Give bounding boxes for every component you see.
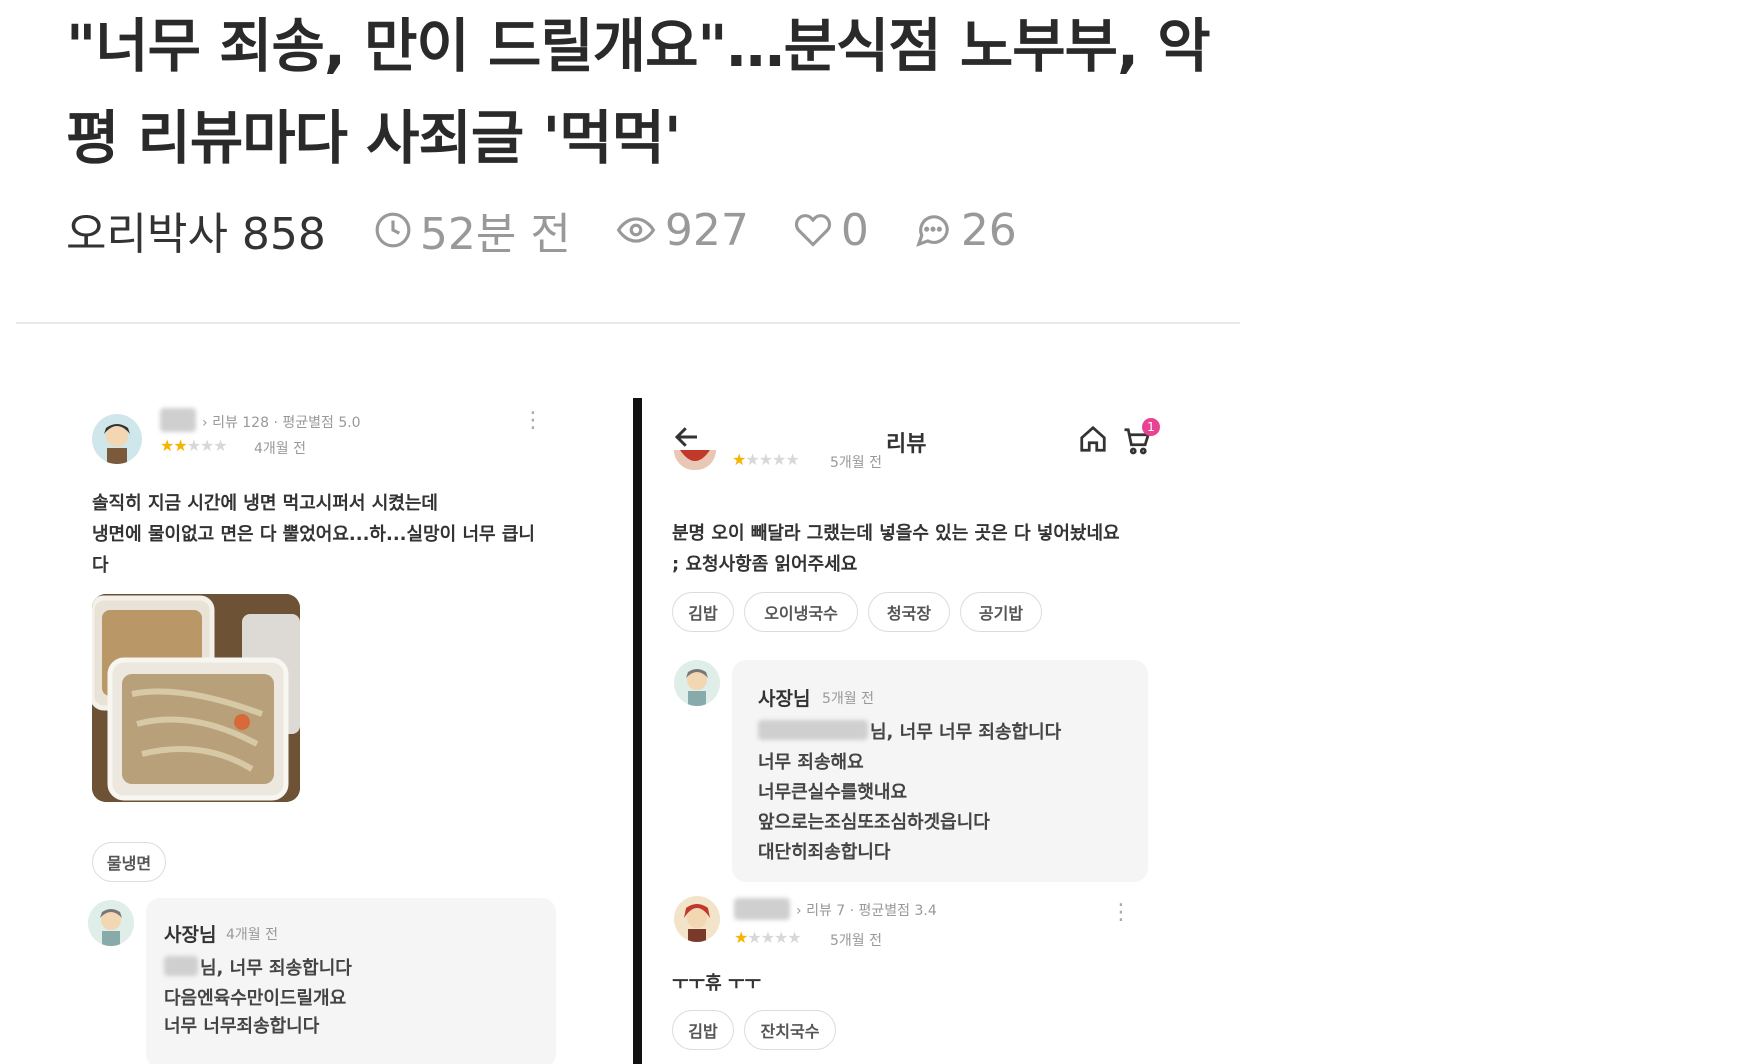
star-empty-icon: ★★★★ xyxy=(747,928,801,947)
back-arrow-icon[interactable] xyxy=(672,422,702,452)
comments-info[interactable]: 26 xyxy=(913,205,1017,256)
reviewer-avatar xyxy=(92,414,142,464)
rating-stars: ★★★★★ xyxy=(734,928,802,947)
header-divider xyxy=(16,322,1240,324)
owner-reply: 사장님 4개월 전 님, 너무 죄송합니다 다음엔육수만이드릴개요 너무 너무죄… xyxy=(146,898,556,1064)
reply-line: 너무큰실수를햇내요 xyxy=(758,782,908,803)
reply-line: 다음엔육수만이드릴개요 xyxy=(164,988,347,1009)
review-date: 4개월 전 xyxy=(254,441,306,457)
star-icon: ★ xyxy=(732,450,746,469)
author-name[interactable]: 오리박사 858 xyxy=(66,198,326,262)
owner-reply: 사장님 5개월 전 님, 너무 너무 죄송합니다 너무 죄송해요 너무큰실수를햇… xyxy=(732,660,1148,882)
menu-chip[interactable]: 김밥 xyxy=(672,592,734,632)
star-icon: ★ xyxy=(734,928,748,947)
views-info: 927 xyxy=(615,205,749,256)
post-time: 52분 전 xyxy=(419,209,571,260)
panel-separator xyxy=(633,398,642,1064)
more-options-icon[interactable]: ⋮ xyxy=(1110,900,1132,925)
reply-line: 님, 너무 죄송합니다 xyxy=(200,958,352,979)
menu-chip[interactable]: 오이냉국수 xyxy=(744,592,858,632)
chevron-right-icon: › xyxy=(796,903,802,919)
reply-date: 5개월 전 xyxy=(822,691,874,707)
rating-stars: ★★★★★ xyxy=(160,436,228,455)
reply-line: 대단히죄송합니다 xyxy=(758,842,891,863)
screen-title: 리뷰 xyxy=(886,432,927,457)
chevron-right-icon: › xyxy=(202,415,208,431)
customer-name-blurred xyxy=(758,720,868,740)
reply-line: 님, 너무 너무 죄송합니다 xyxy=(870,722,1062,743)
customer-name-blurred xyxy=(164,956,198,976)
reviewer-name-blurred xyxy=(160,408,196,432)
clock-icon xyxy=(375,212,411,248)
like-count: 0 xyxy=(840,204,869,256)
more-options-icon[interactable]: ⋮ xyxy=(522,408,544,433)
menu-chip[interactable]: 공기밥 xyxy=(960,592,1042,632)
view-count: 927 xyxy=(664,204,749,256)
cart-badge: 1 xyxy=(1142,418,1160,436)
review-text: 솔직히 지금 시간에 냉면 먹고시퍼서 시켰는데 냉면에 물이없고 면은 다 뿔… xyxy=(92,493,535,576)
reviewer-name-blurred xyxy=(734,898,790,920)
home-icon[interactable] xyxy=(1078,424,1108,454)
star-empty-icon: ★★★★ xyxy=(745,450,799,469)
review-date: 5개월 전 xyxy=(830,455,882,471)
reviewer-stats: 리뷰 7 · 평균별점 3.4 xyxy=(806,903,937,919)
owner-avatar xyxy=(674,660,720,706)
review-photo[interactable] xyxy=(92,594,300,802)
reply-line: 너무 죄송해요 xyxy=(758,752,864,773)
comment-icon[interactable] xyxy=(913,211,953,249)
reply-line: 너무 너무죄송합니다 xyxy=(164,1016,320,1037)
heart-icon[interactable] xyxy=(793,211,833,249)
reviewer-avatar xyxy=(674,896,720,942)
review-text: ㅜㅜ휴 ㅜㅜ xyxy=(672,973,762,994)
star-empty-icon: ★★★ xyxy=(186,436,228,455)
article-meta: 오리박사 858 52분 전 927 0 26 xyxy=(66,198,1061,262)
reply-date: 4개월 전 xyxy=(226,927,278,943)
eye-icon xyxy=(616,217,656,243)
reply-author: 사장님 xyxy=(758,688,811,710)
menu-chip[interactable]: 잔치국수 xyxy=(744,1010,836,1050)
reply-line: 앞으로는조심또조심하겟읍니다 xyxy=(758,812,990,833)
reviewer-meta: › 리뷰 128 · 평균별점 5.0 xyxy=(202,412,361,432)
reviewer-stats: 리뷰 128 · 평균별점 5.0 xyxy=(212,415,361,431)
reviewer-meta: › 리뷰 7 · 평균별점 3.4 xyxy=(796,900,937,920)
menu-chip[interactable]: 물냉면 xyxy=(92,842,166,882)
review-date: 5개월 전 xyxy=(830,933,882,949)
comment-count: 26 xyxy=(960,204,1017,256)
review-text: 분명 오이 빼달라 그랬는데 넣을수 있는 곳은 다 넣어놨네요 ; 요청사항좀… xyxy=(672,523,1120,575)
menu-chip[interactable]: 청국장 xyxy=(868,592,950,632)
article-title: "너무 죄송, 만이 드릴개요"…분식점 노부부, 악평 리뷰마다 사죄글 '먹… xyxy=(66,12,1211,172)
menu-chip[interactable]: 김밥 xyxy=(672,1010,734,1050)
rating-stars: ★★★★★ xyxy=(732,450,800,469)
embedded-review-screenshot: › 리뷰 128 · 평균별점 5.0 ★★★★★ 4개월 전 ⋮ 솔직히 지금… xyxy=(78,398,1210,1064)
star-icon: ★★ xyxy=(160,436,188,455)
time-info: 52분 전 xyxy=(374,198,571,262)
owner-avatar xyxy=(88,900,134,946)
reply-author: 사장님 xyxy=(164,924,217,946)
likes-info[interactable]: 0 xyxy=(793,205,869,256)
reviewer-avatar xyxy=(674,450,716,470)
